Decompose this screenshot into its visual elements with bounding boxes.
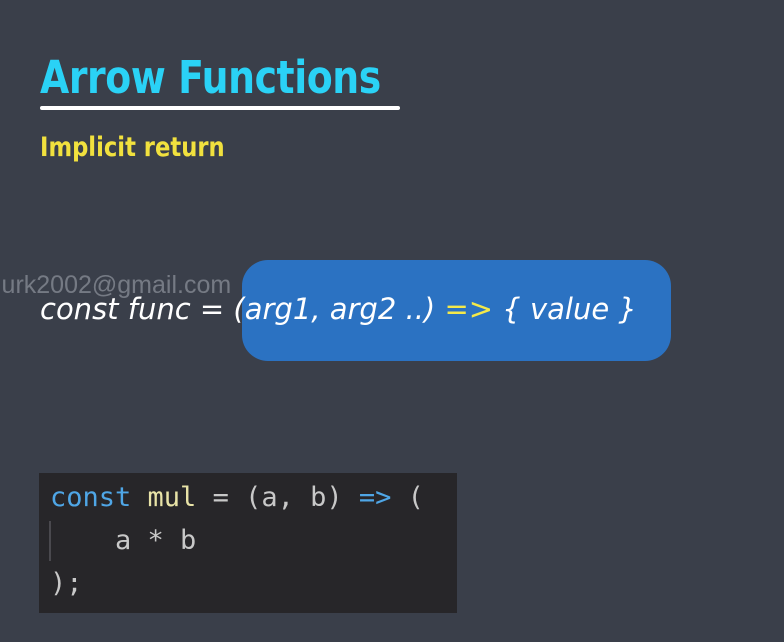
code-params: (a, b)	[245, 482, 359, 513]
slide-title: Arrow Functions	[40, 51, 381, 104]
code-function-name: mul	[147, 482, 197, 513]
email-watermark: jurk2002@gmail.com	[0, 271, 232, 299]
code-close: );	[50, 568, 83, 599]
code-keyword: const	[50, 482, 132, 513]
syntax-arrow: =>	[444, 292, 494, 326]
title-underline	[40, 106, 400, 110]
code-block: const mul = (a, b) => ( a * b );	[39, 473, 457, 613]
code-line-2: a * b	[50, 521, 196, 561]
slide-subtitle: Implicit return	[40, 132, 225, 163]
code-expression: a * b	[115, 525, 197, 556]
code-line-3: );	[50, 564, 83, 604]
code-arrow: =>	[358, 482, 392, 513]
syntax-body: { value }	[493, 292, 637, 326]
code-equals: =	[196, 482, 246, 513]
syntax-params: (arg1, arg2 ..)	[233, 292, 445, 326]
code-line-1: const mul = (a, b) => (	[50, 478, 424, 518]
code-open-paren: (	[391, 482, 424, 513]
